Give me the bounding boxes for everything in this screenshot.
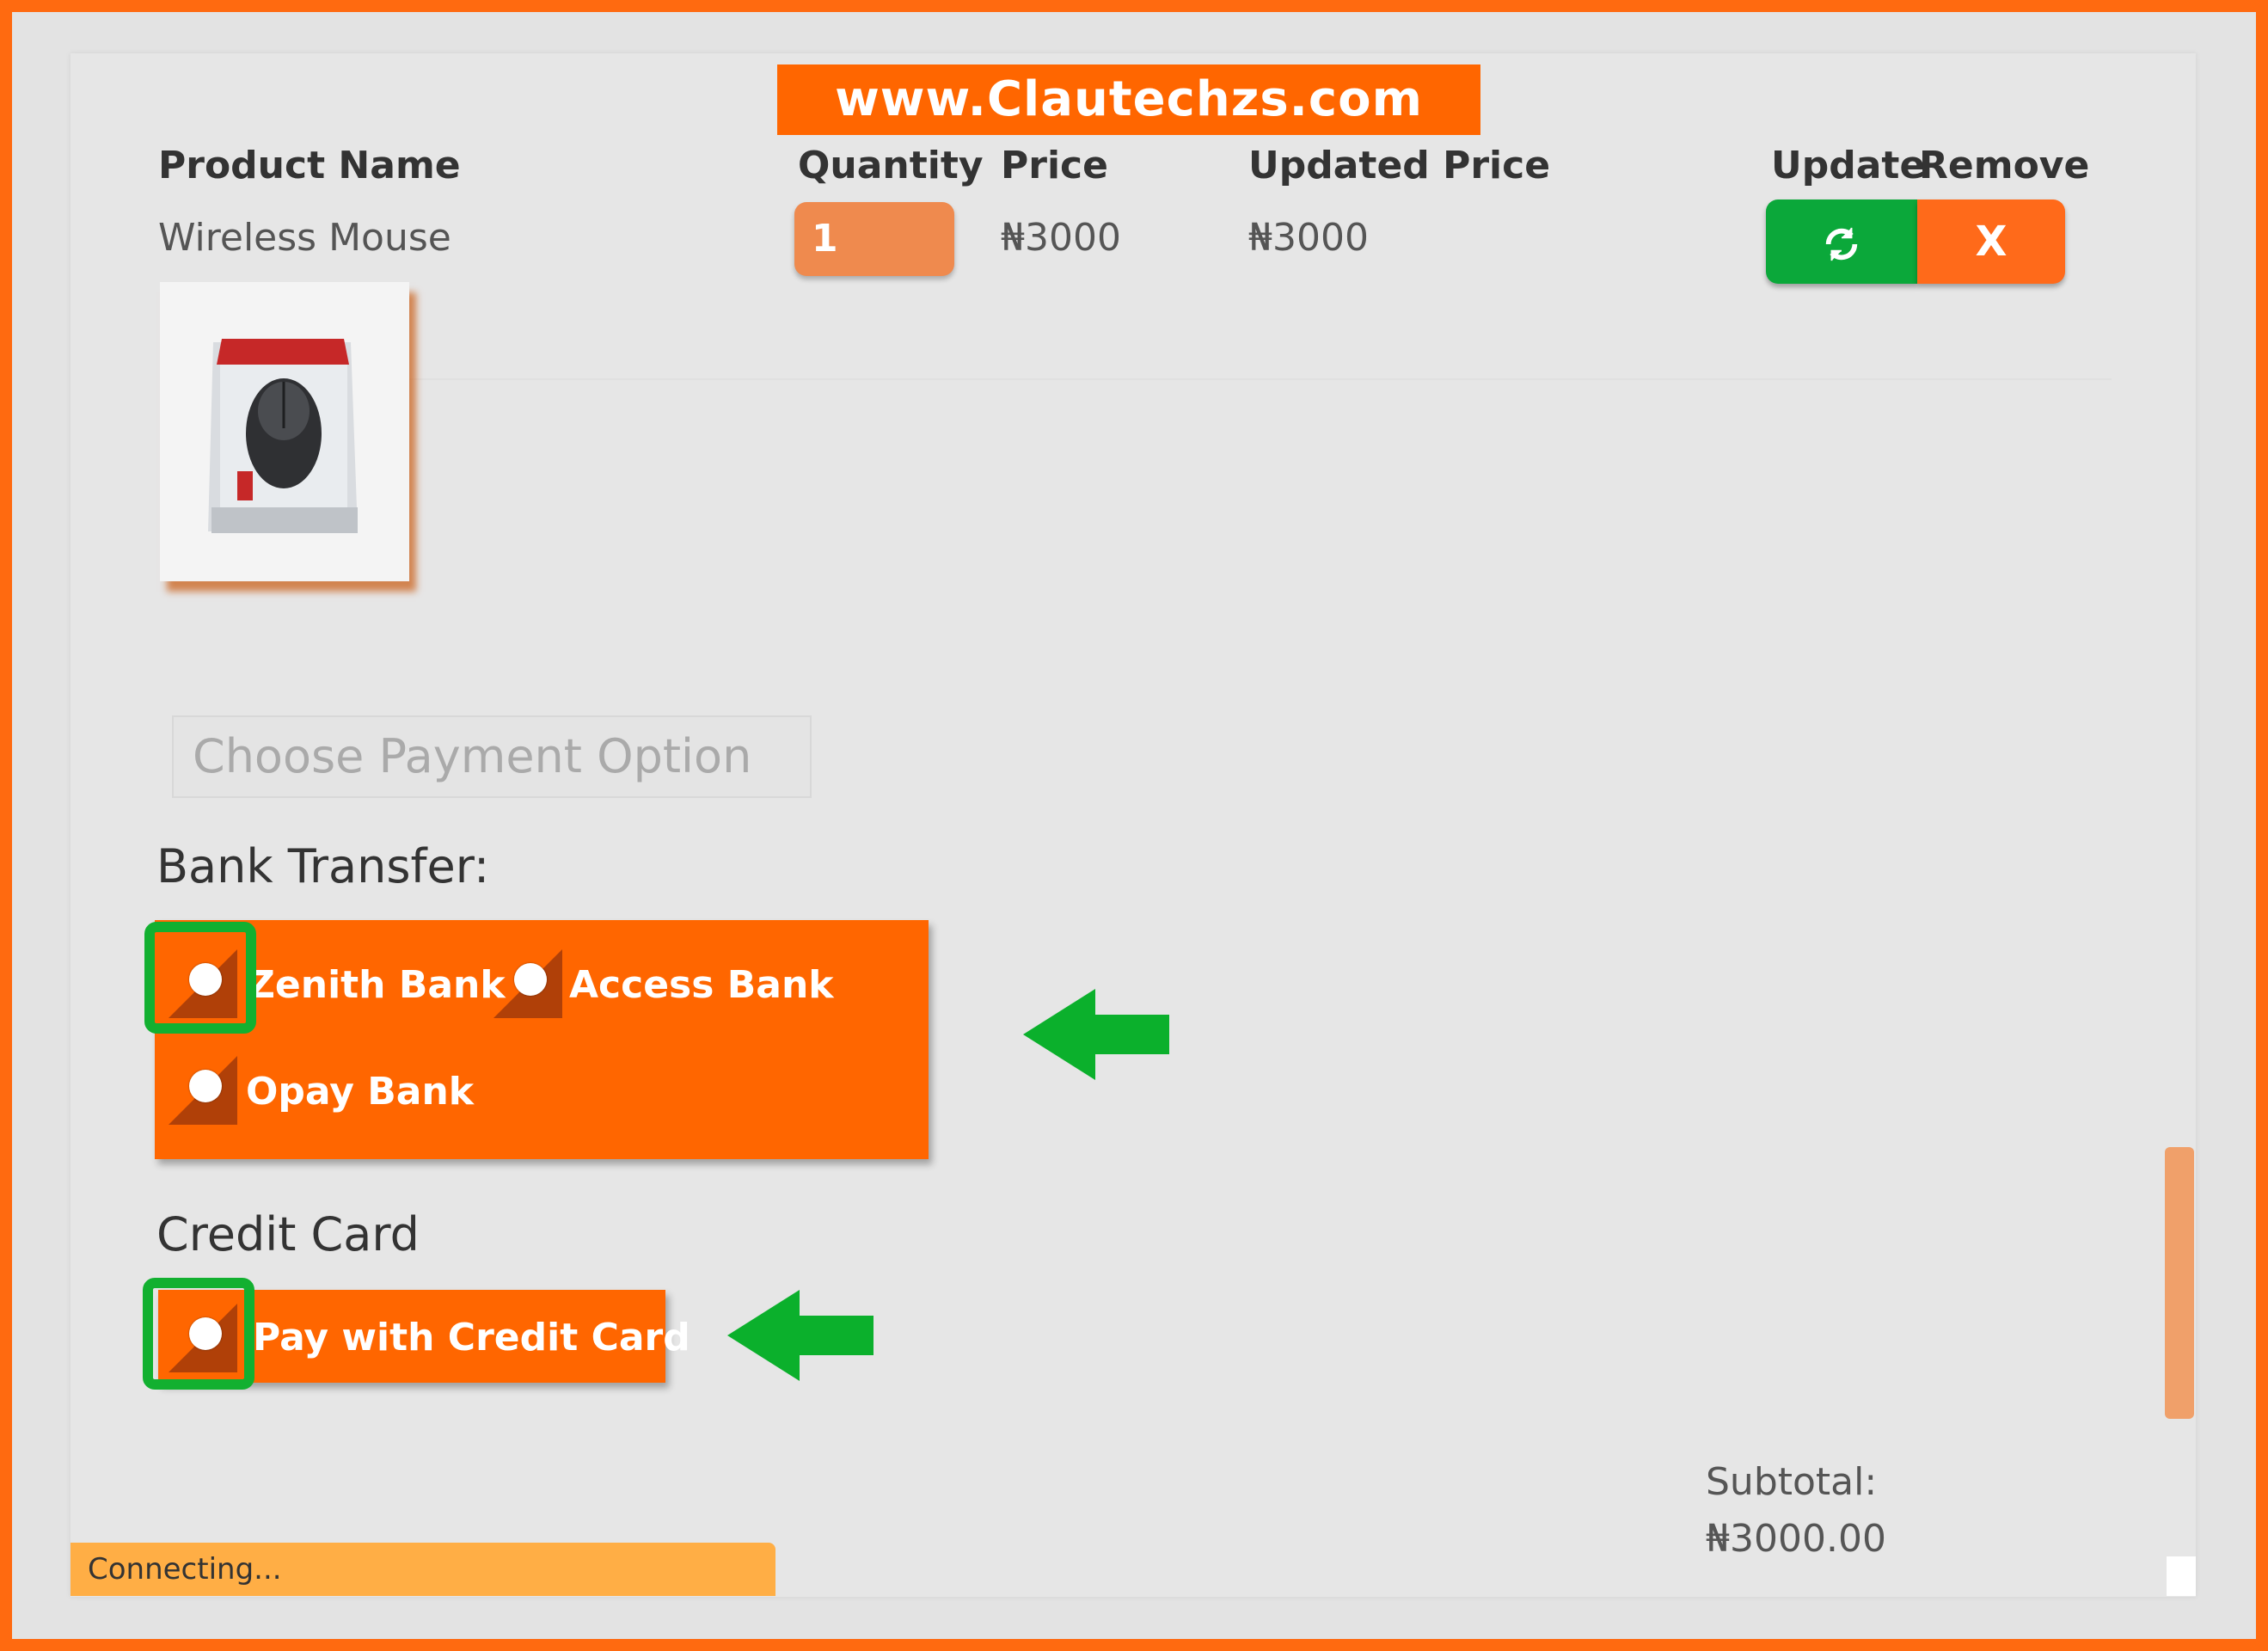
header-update: Update bbox=[1771, 144, 1926, 187]
access-bank-radio[interactable] bbox=[493, 949, 562, 1018]
updated-price-cell: ₦3000 bbox=[1248, 216, 1369, 260]
browser-status-bar: Connecting... bbox=[70, 1543, 775, 1596]
update-button[interactable] bbox=[1766, 199, 1917, 284]
header-product-name: Product Name bbox=[158, 144, 461, 187]
remove-button[interactable]: X bbox=[1917, 199, 2065, 284]
header-updated-price: Updated Price bbox=[1248, 144, 1551, 187]
arrow-left-icon bbox=[727, 1290, 873, 1381]
bank-transfer-title: Bank Transfer: bbox=[156, 839, 490, 893]
scrollbar-corner bbox=[2167, 1556, 2196, 1596]
header-price: Price bbox=[1001, 144, 1108, 187]
arrow-left-icon bbox=[1023, 989, 1169, 1080]
quantity-input[interactable]: 1 bbox=[794, 202, 954, 276]
opay-bank-radio[interactable] bbox=[169, 1056, 237, 1125]
access-bank-label: Access Bank bbox=[569, 963, 834, 1007]
opay-bank-label: Opay Bank bbox=[246, 1070, 475, 1114]
scrollbar-thumb[interactable] bbox=[2165, 1147, 2194, 1419]
credit-card-title: Credit Card bbox=[156, 1207, 420, 1261]
price-cell: ₦3000 bbox=[1001, 216, 1121, 260]
product-image bbox=[160, 282, 409, 581]
refresh-icon bbox=[1822, 218, 1861, 266]
choose-payment-heading: Choose Payment Option bbox=[172, 715, 812, 798]
subtotal-value: ₦3000.00 bbox=[1706, 1517, 1886, 1561]
product-name-cell: Wireless Mouse bbox=[158, 216, 451, 260]
header-remove: Remove bbox=[1919, 144, 2090, 187]
credit-card-label: Pay with Credit Card bbox=[253, 1316, 690, 1359]
row-divider bbox=[160, 378, 2112, 380]
watermark-banner: www.Clautechzs.com bbox=[777, 64, 1480, 135]
zenith-bank-label: Zenith Bank bbox=[248, 963, 506, 1007]
subtotal-label: Subtotal: bbox=[1706, 1460, 1878, 1504]
credit-card-highlight-box bbox=[143, 1278, 254, 1390]
header-quantity: Quantity bbox=[798, 144, 984, 187]
zenith-highlight-box bbox=[144, 922, 256, 1034]
